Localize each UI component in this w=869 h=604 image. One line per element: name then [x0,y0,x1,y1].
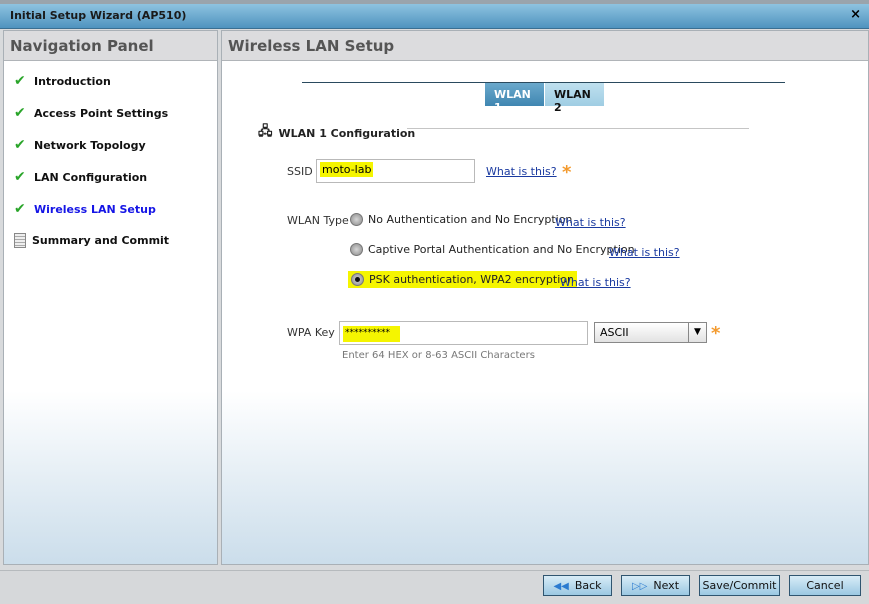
wpa-key-input[interactable]: ********** [339,321,588,345]
wpa-key-label: WPA Key [287,326,335,339]
chevron-down-icon[interactable]: ▼ [688,323,706,342]
radio-button-selected[interactable] [351,273,364,286]
nav-item-introduction[interactable]: ✔ Introduction [14,73,111,89]
check-icon: ✔ [14,137,26,153]
main-panel: Wireless LAN Setup WLAN 1 WLAN 2 🖧 WLAN 1… [221,30,869,565]
captive-portal-help-link[interactable]: What is this? [609,246,680,259]
nav-item-access-point-settings[interactable]: ✔ Access Point Settings [14,105,168,121]
network-icon: 🖧 [258,124,273,139]
save-commit-button[interactable]: Save/Commit [699,575,780,596]
nav-item-label: Summary and Commit [32,234,170,247]
nav-item-label: Introduction [34,74,111,88]
check-icon: ✔ [14,105,26,121]
nav-item-wireless-lan-setup[interactable]: ✔ Wireless LAN Setup [14,201,156,217]
nav-panel-title: Navigation Panel [4,31,217,61]
tab-wlan-1[interactable]: WLAN 1 [485,83,544,114]
radio-label: Captive Portal Authentication and No Enc… [368,243,635,256]
check-icon: ✔ [14,73,26,89]
check-icon: ✔ [14,169,26,185]
psk-help-link[interactable]: What is this? [560,276,631,289]
required-icon: * [711,323,721,344]
close-icon[interactable]: × [850,7,861,22]
back-icon: ◀◀ [553,581,569,592]
page-title: Wireless LAN Setup [222,31,868,61]
nav-item-network-topology[interactable]: ✔ Network Topology [14,137,146,153]
no-auth-help-link[interactable]: What is this? [555,216,626,229]
wpa-key-value: ********** [343,326,400,342]
ssid-input[interactable]: moto-lab [316,159,475,183]
key-format-value: ASCII [600,326,629,339]
nav-item-label: Network Topology [34,138,146,152]
next-icon: ▷▷ [631,581,648,592]
radio-button[interactable] [350,243,363,256]
radio-psk-wpa2[interactable]: PSK authentication, WPA2 encryption [348,271,577,288]
ssid-label: SSID [287,165,313,178]
nav-item-label: Wireless LAN Setup [34,202,156,216]
next-button[interactable]: ▷▷ Next [621,575,690,596]
radio-label: PSK authentication, WPA2 encryption [369,273,574,286]
nav-item-lan-configuration[interactable]: ✔ LAN Configuration [14,169,147,185]
radio-label: No Authentication and No Encryption [368,213,573,226]
section-title: WLAN 1 Configuration [278,126,416,140]
tab-wlan-2[interactable]: WLAN 2 [545,83,604,114]
next-label: Next [653,579,680,592]
radio-button[interactable] [350,213,363,226]
ssid-value: moto-lab [320,162,374,177]
radio-no-auth[interactable]: No Authentication and No Encryption [350,213,572,226]
ssid-help-link[interactable]: What is this? [486,165,557,178]
cancel-button[interactable]: Cancel [789,575,861,596]
document-icon [14,233,26,248]
back-label: Back [574,579,602,592]
button-bar: ◀◀ Back ▷▷ Next Save/Commit Cancel [0,570,869,604]
check-icon: ✔ [14,201,26,217]
nav-item-label: LAN Configuration [34,170,148,184]
back-button[interactable]: ◀◀ Back [543,575,612,596]
key-format-select[interactable]: ASCII ▼ [594,322,707,343]
radio-captive-portal[interactable]: Captive Portal Authentication and No Enc… [350,243,635,256]
nav-item-summary-and-commit[interactable]: Summary and Commit [14,233,169,248]
title-bar: Initial Setup Wizard (AP510) × [0,4,869,29]
wpa-key-hint: Enter 64 HEX or 8-63 ASCII Characters [342,350,535,361]
window-title: Initial Setup Wizard (AP510) [10,9,187,22]
nav-item-label: Access Point Settings [34,106,169,120]
section-header: 🖧 WLAN 1 Configuration [258,122,415,144]
wlan-type-label: WLAN Type [287,214,349,227]
navigation-panel: Navigation Panel ✔ Introduction ✔ Access P… [3,30,218,565]
required-icon: * [562,162,572,183]
wizard-window: Navigation Panel ✔ Introduction ✔ Access P… [0,29,869,604]
section-divider [407,128,749,129]
